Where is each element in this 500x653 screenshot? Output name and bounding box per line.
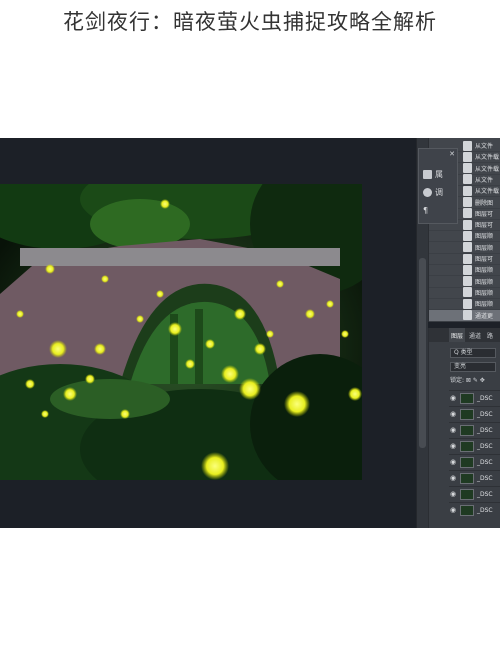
blend-mode-select[interactable]: 变亮: [450, 362, 496, 372]
scrollbar[interactable]: [419, 258, 426, 448]
eye-icon[interactable]: ◉: [449, 458, 457, 466]
properties-tool[interactable]: 属: [423, 167, 453, 181]
history-item[interactable]: 通道更: [429, 309, 500, 322]
history-item-label: 图层可: [475, 256, 494, 263]
layer-thumbnail: [460, 424, 474, 436]
history-item[interactable]: 图层可: [429, 253, 500, 265]
history-item-label: 从文件: [475, 143, 494, 150]
adjust-icon: [423, 187, 432, 197]
paragraph-icon: ¶: [423, 205, 429, 215]
close-icon[interactable]: ✕: [449, 150, 455, 158]
document-icon: [463, 197, 472, 207]
layer-row[interactable]: ◉ _DSC: [449, 406, 500, 421]
layer-row[interactable]: ◉ _DSC: [449, 438, 500, 453]
eye-icon[interactable]: ◉: [449, 474, 457, 482]
history-item[interactable]: 图层顺: [429, 242, 500, 254]
layer-row[interactable]: ◉ _DSC: [449, 390, 500, 405]
history-item-label: 从文件载: [475, 165, 500, 173]
layer-name: _DSC: [477, 458, 493, 466]
history-item-label: 图层可: [475, 222, 494, 230]
history-item[interactable]: 图层顺: [429, 264, 500, 277]
eye-icon[interactable]: ◉: [449, 506, 457, 514]
paragraph-tool[interactable]: ¶: [423, 203, 453, 217]
layer-thumbnail: [460, 472, 474, 484]
history-item-label: 图层顺: [475, 301, 494, 309]
layer-thumbnail: [460, 456, 474, 468]
adjustments-tool[interactable]: 调: [423, 185, 453, 199]
document-icon: [463, 163, 472, 174]
layer-thumbnail: [460, 504, 474, 516]
eye-icon[interactable]: ◉: [449, 490, 457, 498]
photoshop-window: 从文件 从文件载 从文件载 从文件 从文件载 删除图 图层可 图层可 图层顺 图层顺 图层可 图层顺图…: [0, 138, 500, 528]
document-icon: [463, 276, 472, 287]
layer-thumbnail: [460, 408, 474, 420]
history-item-label: 图层顺: [475, 267, 494, 275]
layer-row[interactable]: ◉ _DSC: [449, 486, 500, 501]
lock-controls[interactable]: 锁定: ⊠ ✎ ✥: [450, 376, 500, 386]
document-icon: [463, 264, 472, 275]
history-item-label: 通道更: [475, 312, 494, 320]
document-icon: [463, 140, 472, 151]
eye-icon[interactable]: ◉: [449, 442, 457, 450]
history-item-label: 图层顺: [475, 278, 494, 286]
document-icon: [463, 174, 472, 185]
history-item-label: 从文件载: [475, 188, 500, 196]
document-icon: [463, 208, 472, 219]
history-item[interactable]: 图层顺: [429, 230, 500, 243]
document-icon: [463, 151, 472, 162]
image-icon: [423, 169, 432, 179]
eye-icon[interactable]: ◉: [449, 394, 457, 402]
layer-name: _DSC: [477, 506, 493, 514]
history-item-label: 图层顺: [475, 233, 494, 241]
layer-filter-select[interactable]: Q 类型: [450, 348, 496, 358]
layer-row[interactable]: ◉ _DSC: [449, 422, 500, 437]
document-icon: [463, 287, 472, 298]
properties-tool-label: 属: [435, 169, 443, 179]
layer-name: _DSC: [477, 490, 493, 498]
layer-thumbnail: [460, 488, 474, 500]
document-photo[interactable]: [0, 184, 362, 480]
layer-thumbnail: [460, 440, 474, 452]
page-title: 花剑夜行：暗夜萤火虫捕捉攻略全解析: [63, 10, 437, 34]
history-item[interactable]: 图层顺: [429, 298, 500, 311]
adjustments-tool-label: 调: [435, 187, 443, 197]
layer-row[interactable]: ◉ _DSC: [449, 470, 500, 485]
history-item-label: 删除图: [475, 199, 494, 207]
firefly-bridge-image: [0, 184, 362, 480]
layer-name: _DSC: [477, 442, 493, 450]
layer-name: _DSC: [477, 426, 493, 434]
layers-panel: 图层 通道 路 Q 类型 变亮 锁定: ⊠ ✎ ✥ ◉ _DSC ◉ _DSC ◉ _DS…: [428, 328, 500, 528]
layer-row[interactable]: ◉ _DSC: [449, 454, 500, 469]
layer-name: _DSC: [477, 394, 493, 402]
history-item[interactable]: 图层顺: [429, 276, 500, 288]
document-icon: [463, 298, 472, 309]
history-item-label: 从文件: [475, 176, 494, 184]
layer-name: _DSC: [477, 410, 493, 418]
tab-paths[interactable]: 路: [485, 328, 495, 342]
history-item-label: 图层顺: [475, 244, 494, 252]
eye-icon[interactable]: ◉: [449, 410, 457, 418]
history-item[interactable]: 图层顺: [429, 287, 500, 299]
layer-row[interactable]: ◉ _DSC: [449, 502, 500, 517]
eye-icon[interactable]: ◉: [449, 426, 457, 434]
document-icon: [463, 253, 472, 264]
layers-panel-tabs: 图层 通道 路: [429, 328, 500, 342]
document-icon: [463, 310, 472, 320]
history-item-label: 图层可: [475, 210, 494, 218]
history-item-label: 从文件载: [475, 154, 500, 162]
properties-popup: ✕ 属 调 ¶: [418, 148, 458, 224]
canvas-area[interactable]: [0, 138, 416, 528]
layer-thumbnail: [460, 392, 474, 404]
document-icon: [463, 242, 472, 253]
tab-layers[interactable]: 图层: [449, 328, 466, 342]
document-icon: [463, 230, 472, 241]
history-item-label: 图层顺: [475, 289, 494, 297]
document-icon: [463, 219, 472, 230]
tab-channels[interactable]: 通道: [467, 328, 483, 342]
layer-name: _DSC: [477, 474, 493, 482]
document-icon: [463, 185, 472, 196]
